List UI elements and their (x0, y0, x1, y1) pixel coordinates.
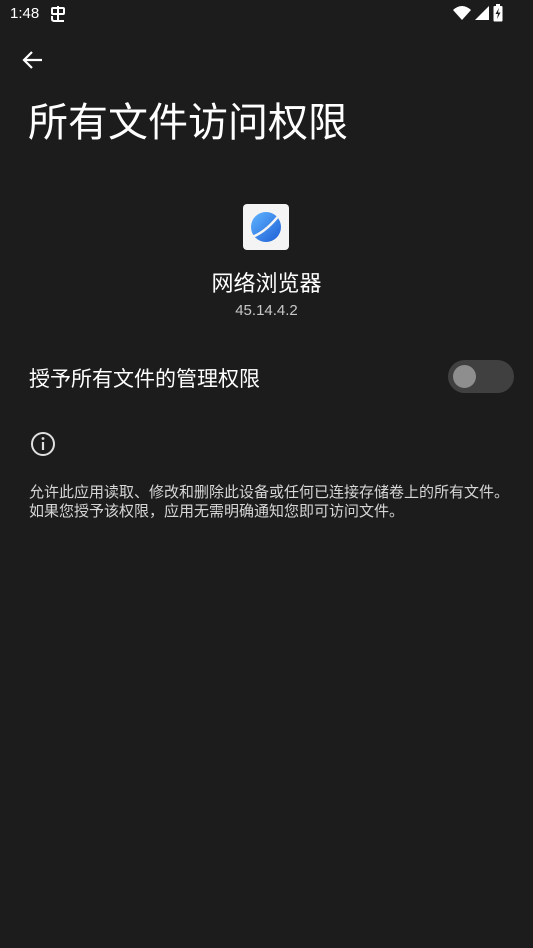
permission-toggle-row[interactable]: 授予所有文件的管理权限 (0, 352, 533, 402)
info-icon (30, 431, 56, 457)
browser-app-icon (243, 204, 289, 250)
page-title: 所有文件访问权限 (28, 100, 348, 146)
app-version: 45.14.4.2 (235, 302, 298, 319)
permission-toggle-switch[interactable] (448, 360, 514, 393)
permission-description: 允许此应用读取、修改和删除此设备或任何已连接存储卷上的所有文件。如果您授予该权限… (29, 483, 510, 520)
cell-signal-icon (475, 5, 489, 25)
arrow-back-icon (22, 49, 44, 75)
status-bar: 1:48 (0, 0, 533, 30)
permission-label: 授予所有文件的管理权限 (29, 367, 260, 391)
toggle-thumb (453, 365, 476, 388)
notification-app-icon (49, 5, 67, 23)
back-button[interactable] (14, 43, 52, 81)
status-time: 1:48 (10, 5, 40, 22)
app-name: 网络浏览器 (211, 272, 322, 297)
wifi-icon (453, 5, 471, 25)
status-icons (453, 4, 503, 26)
battery-charging-icon (493, 4, 503, 26)
